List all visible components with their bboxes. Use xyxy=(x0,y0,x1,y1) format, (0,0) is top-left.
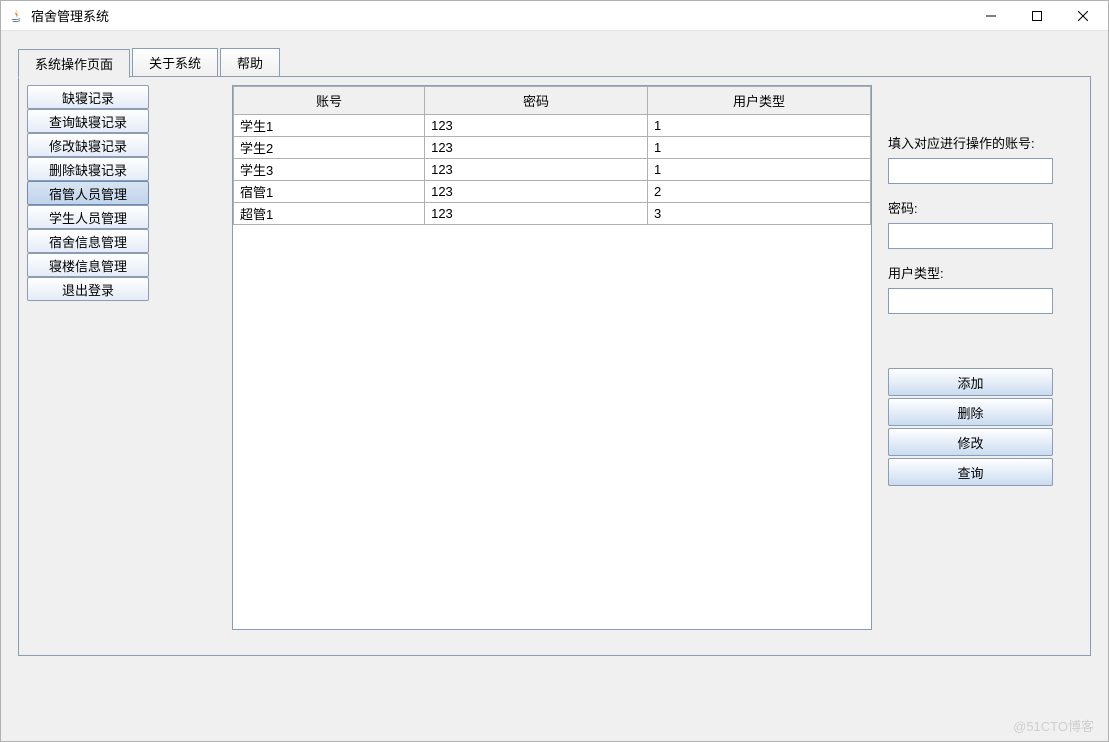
maximize-button[interactable] xyxy=(1014,2,1060,30)
password-input[interactable] xyxy=(888,223,1053,249)
table-cell[interactable]: 学生1 xyxy=(234,115,425,137)
client-area: 系统操作页面 关于系统 帮助 缺寝记录 查询缺寝记录 修改缺寝记录 删除缺寝记录… xyxy=(1,31,1108,741)
app-window: 宿舍管理系统 系统操作页面 关于系统 帮助 缺寝记录 查询缺寝记录 修改缺寝记录 xyxy=(0,0,1109,742)
table-row[interactable]: 学生21231 xyxy=(234,137,871,159)
account-label: 填入对应进行操作的账号: xyxy=(888,133,1062,152)
main-panel: 账号 密码 用户类型 学生11231学生21231学生31231宿管11232超… xyxy=(157,85,1082,647)
col-password[interactable]: 密码 xyxy=(425,87,648,115)
tab-system-operation[interactable]: 系统操作页面 xyxy=(18,49,130,78)
table-cell[interactable]: 1 xyxy=(648,159,871,181)
table-cell[interactable]: 超管1 xyxy=(234,203,425,225)
col-account[interactable]: 账号 xyxy=(234,87,425,115)
query-button[interactable]: 查询 xyxy=(888,458,1053,486)
sidebar-item-logout[interactable]: 退出登录 xyxy=(27,277,149,301)
watermark: @51CTO博客 xyxy=(1013,716,1094,735)
sidebar-item-modify-absence[interactable]: 修改缺寝记录 xyxy=(27,133,149,157)
form-actions: 添加 删除 修改 查询 xyxy=(888,368,1062,486)
tab-about[interactable]: 关于系统 xyxy=(132,48,218,77)
sidebar-item-dorm-info[interactable]: 宿舍信息管理 xyxy=(27,229,149,253)
table-cell[interactable]: 宿管1 xyxy=(234,181,425,203)
tabs-header: 系统操作页面 关于系统 帮助 xyxy=(18,48,1091,77)
table-row[interactable]: 超管11233 xyxy=(234,203,871,225)
close-button[interactable] xyxy=(1060,2,1106,30)
table-row[interactable]: 宿管11232 xyxy=(234,181,871,203)
table-cell[interactable]: 2 xyxy=(648,181,871,203)
account-input[interactable] xyxy=(888,158,1053,184)
minimize-button[interactable] xyxy=(968,2,1014,30)
table-row[interactable]: 学生11231 xyxy=(234,115,871,137)
table-cell[interactable]: 3 xyxy=(648,203,871,225)
titlebar: 宿舍管理系统 xyxy=(1,1,1108,31)
table-cell[interactable]: 123 xyxy=(425,115,648,137)
window-title: 宿舍管理系统 xyxy=(31,6,968,25)
sidebar-item-query-absence[interactable]: 查询缺寝记录 xyxy=(27,109,149,133)
sidebar-item-delete-absence[interactable]: 删除缺寝记录 xyxy=(27,157,149,181)
table-cell[interactable]: 1 xyxy=(648,137,871,159)
sidebar-item-absence[interactable]: 缺寝记录 xyxy=(27,85,149,109)
data-table-container: 账号 密码 用户类型 学生11231学生21231学生31231宿管11232超… xyxy=(232,85,872,630)
table-cell[interactable]: 123 xyxy=(425,159,648,181)
delete-button[interactable]: 删除 xyxy=(888,398,1053,426)
table-cell[interactable]: 学生2 xyxy=(234,137,425,159)
table-cell[interactable]: 123 xyxy=(425,137,648,159)
tab-help[interactable]: 帮助 xyxy=(220,48,280,77)
sidebar: 缺寝记录 查询缺寝记录 修改缺寝记录 删除缺寝记录 宿管人员管理 学生人员管理 … xyxy=(27,85,149,647)
sidebar-item-student-admin[interactable]: 学生人员管理 xyxy=(27,205,149,229)
sidebar-item-dorm-admin[interactable]: 宿管人员管理 xyxy=(27,181,149,205)
table-cell[interactable]: 1 xyxy=(648,115,871,137)
table-row[interactable]: 学生31231 xyxy=(234,159,871,181)
table-cell[interactable]: 123 xyxy=(425,181,648,203)
modify-button[interactable]: 修改 xyxy=(888,428,1053,456)
data-table[interactable]: 账号 密码 用户类型 学生11231学生21231学生31231宿管11232超… xyxy=(233,86,871,225)
col-usertype[interactable]: 用户类型 xyxy=(648,87,871,115)
password-label: 密码: xyxy=(888,198,1062,217)
java-icon xyxy=(9,8,25,24)
usertype-label: 用户类型: xyxy=(888,263,1062,282)
table-cell[interactable]: 学生3 xyxy=(234,159,425,181)
add-button[interactable]: 添加 xyxy=(888,368,1053,396)
window-controls xyxy=(968,2,1106,30)
tab-panel: 缺寝记录 查询缺寝记录 修改缺寝记录 删除缺寝记录 宿管人员管理 学生人员管理 … xyxy=(18,76,1091,656)
form-panel: 填入对应进行操作的账号: 密码: 用户类型: 添加 删除 修改 查询 xyxy=(882,85,1062,647)
usertype-input[interactable] xyxy=(888,288,1053,314)
sidebar-item-building-info[interactable]: 寝楼信息管理 xyxy=(27,253,149,277)
table-cell[interactable]: 123 xyxy=(425,203,648,225)
